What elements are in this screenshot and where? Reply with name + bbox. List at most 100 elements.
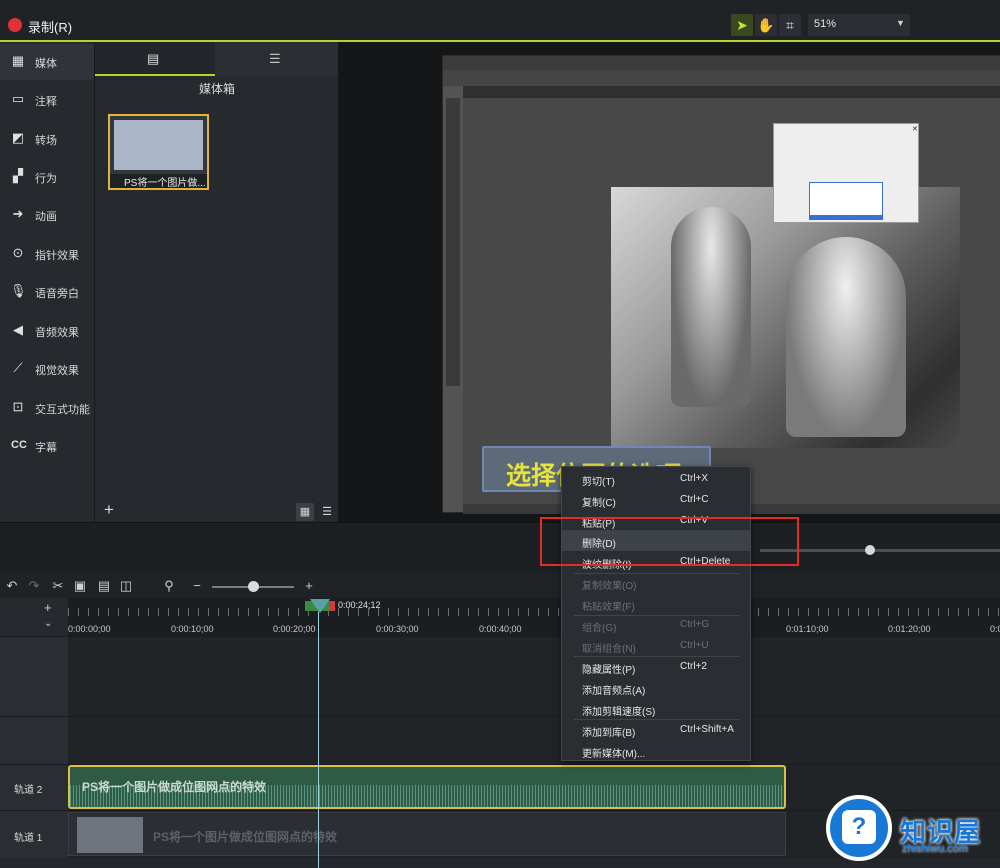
zoom-in-icon[interactable]: + [301, 578, 317, 594]
ps-toolbox [446, 98, 460, 386]
chevron-down-icon[interactable]: ▼ [896, 18, 905, 28]
menu-item-add-clip-speed[interactable]: 添加剪辑速度(S) [562, 698, 750, 719]
record-button[interactable]: 录制(R) [28, 17, 72, 36]
hand-icon[interactable]: ✋ [755, 14, 777, 36]
clip-title: PS将一个图片做成位图网点的特效 [82, 780, 267, 794]
chevron-down-icon[interactable]: ⌄ [44, 618, 52, 629]
split-icon[interactable]: ◫ [118, 578, 134, 594]
annotation-icon: ▭ [11, 91, 25, 106]
list-view-icon[interactable]: ☰ [318, 503, 336, 521]
timeline-zoom-handle[interactable] [248, 581, 259, 592]
film-icon: ▤ [147, 51, 160, 66]
menu-item-hide-properties[interactable]: 隐藏属性(P) Ctrl+2 [562, 656, 750, 677]
sidebar-item-animations[interactable]: ➜ 动画 [0, 197, 94, 233]
ruler-ticks [68, 608, 1000, 616]
preview-canvas[interactable]: ✕ 选择位图的选项 [338, 42, 1000, 522]
menu-item-shortcut: Ctrl+Shift+A [680, 724, 734, 735]
selection-range-end[interactable] [329, 601, 335, 611]
menu-item-cut[interactable]: 剪切(T) Ctrl+X [562, 468, 750, 489]
menu-item-label: 粘贴效果(F) [582, 602, 635, 613]
track-lane-empty[interactable] [68, 716, 1000, 764]
sidebar-item-visual-effects[interactable]: ⟋ 视觉效果 [0, 351, 94, 387]
magic-wand-icon: ⟋ [13, 360, 23, 375]
media-bin-panel: ▤ ☰ 媒体箱 PS将一个图片做... + ▦ ☰ [94, 42, 339, 522]
media-bin-title: 媒体箱 [198, 82, 235, 96]
zoom-dropdown[interactable]: 51% [808, 14, 910, 36]
zoom-out-icon[interactable]: − [189, 578, 205, 594]
sidebar-item-interactivity[interactable]: ⊡ 交互式功能 [0, 390, 94, 426]
menu-item-update-media[interactable]: 更新媒体(M)... [562, 740, 750, 761]
ps-menubar [443, 56, 1000, 70]
transition-icon: ◩ [11, 130, 25, 145]
add-track-icon[interactable]: + [44, 600, 52, 615]
sidebar-item-audio-effects[interactable]: ◀ 音频效果 [0, 313, 94, 349]
menu-item-paste-effects[interactable]: 粘贴效果(F) [562, 593, 750, 614]
sidebar-item-label: 音频效果 [35, 327, 79, 339]
menu-item-label: 复制效果(O) [582, 581, 637, 592]
menu-item-label: 添加剪辑速度(S) [582, 707, 656, 718]
track-label: 轨道 2 [14, 785, 43, 796]
photoshop-screenshot: ✕ [442, 55, 1000, 514]
context-menu: 剪切(T) Ctrl+X 复制(C) Ctrl+C 粘贴(P) Ctrl+V 删… [561, 466, 751, 761]
menu-item-shortcut: Ctrl+X [680, 473, 709, 484]
timeline-toolbar: ↶ ↷ ✂ ▣ ▤ ◫ ⚲ − + [0, 574, 1000, 598]
track-header-1[interactable]: 轨道 1 [0, 810, 68, 858]
grid-view-icon[interactable]: ▦ [296, 503, 314, 521]
cc-icon: CC [11, 439, 27, 451]
timeline-ruler[interactable]: 0:00:00;00 0:00:10;00 0:00:20;00 0:00:30… [68, 598, 1000, 636]
interactive-icon: ⊡ [12, 399, 24, 414]
copy-icon[interactable]: ▣ [72, 578, 88, 594]
arrow-select-icon[interactable]: ➤ [731, 14, 753, 36]
undo-icon[interactable]: ↶ [4, 578, 20, 594]
video-clip[interactable]: PS将一个图片做成位图网点的特效 [68, 812, 786, 856]
track-header-empty [0, 636, 68, 716]
sidebar-item-voice-narration[interactable]: 🎙 语音旁白 [0, 274, 94, 310]
menu-item-copy-effects[interactable]: 复制效果(O) [562, 572, 750, 593]
preview-scrub-handle[interactable] [865, 545, 875, 555]
menu-item-add-to-library[interactable]: 添加到库(B) Ctrl+Shift+A [562, 719, 750, 740]
sidebar-item-behaviors[interactable]: ▞ 行为 [0, 159, 94, 195]
bin-tabs: ▤ ☰ [95, 42, 339, 76]
menu-item-label: 隐藏属性(P) [582, 665, 636, 676]
crop-icon[interactable]: ⌗ [779, 14, 801, 36]
sidebar-item-transitions[interactable]: ◩ 转场 [0, 121, 94, 157]
magnifier-icon[interactable]: ⚲ [161, 578, 177, 594]
sidebar-item-captions[interactable]: CC 字幕 [0, 428, 94, 464]
photo-image [611, 187, 960, 448]
record-icon[interactable] [8, 18, 22, 32]
animation-icon: ➜ [12, 206, 24, 221]
behavior-icon: ▞ [13, 168, 23, 183]
thumbnail-caption: PS将一个图片做... [110, 174, 207, 188]
scissors-icon[interactable]: ✂ [50, 578, 66, 594]
audio-video-clip[interactable]: PS将一个图片做成位图网点的特效 [68, 765, 786, 809]
ps-options-bar [443, 70, 1000, 86]
redo-icon[interactable]: ↷ [26, 578, 42, 594]
sidebar-item-label: 行为 [35, 173, 57, 185]
sidebar-item-annotations[interactable]: ▭ 注释 [0, 82, 94, 118]
sidebar-item-cursor-effects[interactable]: ⊙ 指针效果 [0, 236, 94, 272]
track-header-2[interactable]: 轨道 2 [0, 764, 68, 810]
menu-item-add-audio-point[interactable]: 添加音频点(A) [562, 677, 750, 698]
sidebar-item-label: 媒体 [35, 58, 57, 70]
menu-item-label: 复制(C) [582, 498, 616, 509]
tick-label: 0:01:20;00 [888, 624, 931, 634]
menu-item-label: 剪切(T) [582, 477, 615, 488]
tab-media-bin[interactable]: ▤ [95, 42, 215, 76]
media-thumbnail[interactable]: PS将一个图片做... [108, 114, 209, 190]
highlight-box [540, 517, 799, 566]
track-label: 轨道 1 [14, 833, 43, 844]
sidebar-item-label: 视觉效果 [35, 365, 79, 377]
track-lane-empty[interactable] [68, 636, 1000, 716]
tick-label: 0:01:10;00 [786, 624, 829, 634]
menu-item-group[interactable]: 组合(G) Ctrl+G [562, 614, 750, 635]
top-toolbar: 录制(R) ➤ ✋ ⌗ 51% ▼ [0, 0, 1000, 42]
menu-item-ungroup[interactable]: 取消组合(N) Ctrl+U [562, 635, 750, 656]
ps-bitmap-dialog: ✕ [773, 123, 919, 223]
photo-figure [671, 207, 751, 407]
paste-icon[interactable]: ▤ [96, 578, 112, 594]
menu-item-copy[interactable]: 复制(C) Ctrl+C [562, 489, 750, 510]
sidebar-item-media[interactable]: ▦ 媒体 [0, 44, 94, 80]
thumbnail-image [114, 120, 203, 170]
add-media-button[interactable]: + [100, 501, 118, 520]
tab-library[interactable]: ☰ [215, 42, 339, 76]
